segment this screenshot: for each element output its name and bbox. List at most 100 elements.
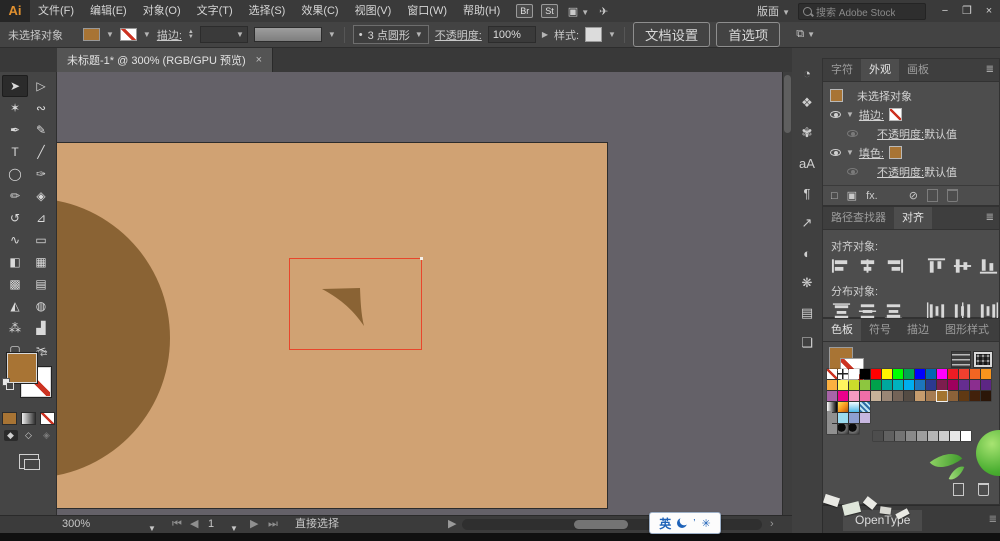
swatch[interactable] [926, 391, 936, 401]
selection-tool[interactable]: ➤ [2, 75, 28, 97]
visibility-eye-icon[interactable] [830, 111, 841, 118]
shape-properties-panel-icon[interactable]: ◔ [792, 58, 822, 88]
stroke-weight-label[interactable]: 描边: [157, 27, 182, 43]
swatch[interactable] [873, 431, 883, 441]
align-h-left-button[interactable] [831, 257, 852, 275]
swatch[interactable] [948, 391, 958, 401]
swatch[interactable] [970, 380, 980, 390]
screen-mode-button[interactable] [19, 454, 40, 470]
default-fill-stroke-icon[interactable] [2, 378, 14, 390]
swatch[interactable] [860, 369, 870, 379]
menu-文件(F)[interactable]: 文件(F) [30, 0, 82, 22]
fill-color-swatch[interactable] [83, 28, 100, 41]
blend-tool[interactable]: ◍ [28, 295, 54, 317]
brush-dropdown-icon[interactable]: ▼ [328, 30, 336, 39]
swatch[interactable] [860, 391, 870, 401]
swatch[interactable] [959, 391, 969, 401]
minimize-button[interactable]: − [934, 0, 956, 22]
selection-bounding-box[interactable] [289, 257, 423, 350]
swatches-tab-色板[interactable]: 色板 [823, 319, 861, 341]
swatch[interactable] [904, 369, 914, 379]
pencil-tool[interactable]: ✏ [2, 185, 28, 207]
menu-文字(T)[interactable]: 文字(T) [189, 0, 241, 22]
preferences-button[interactable]: 首选项 [716, 22, 781, 47]
style-swatch[interactable] [585, 27, 603, 42]
align-panel-menu-icon[interactable]: ≣ [981, 207, 999, 229]
stroke-color-swatch[interactable] [119, 28, 137, 41]
swatch[interactable] [838, 369, 848, 379]
brush-preview[interactable] [253, 27, 322, 42]
opacity-link[interactable]: 不透明度: [877, 167, 924, 179]
swatch[interactable] [860, 380, 870, 390]
column-graph-tool[interactable]: ▟ [28, 317, 54, 339]
zoom-level-value[interactable]: 300% [62, 516, 90, 533]
fill-color-mini-swatch[interactable] [888, 146, 902, 159]
swatch[interactable] [827, 380, 837, 390]
pen-tool[interactable]: ✒ [2, 119, 28, 141]
visibility-eye-icon[interactable] [847, 168, 858, 175]
export-panel-icon[interactable]: ↗ [792, 208, 822, 238]
character-styles-panel-icon[interactable]: aA [792, 148, 822, 178]
new-swatch-icon[interactable] [953, 483, 964, 496]
selection-handle[interactable] [420, 257, 423, 260]
swatch-folder[interactable] [827, 422, 837, 434]
align-v-middle-button[interactable] [952, 257, 973, 275]
align-h-center-button[interactable] [857, 257, 878, 275]
swatch[interactable] [937, 369, 947, 379]
swatch[interactable] [882, 369, 892, 379]
ime-punctuation-icon[interactable]: ’ [693, 518, 695, 529]
swap-fill-stroke-icon[interactable]: ⇄ [40, 348, 48, 359]
swatch[interactable] [936, 390, 948, 402]
align-v-top-button[interactable] [926, 257, 947, 275]
swatch[interactable] [948, 380, 958, 390]
align-h-right-button[interactable] [883, 257, 904, 275]
ime-fullhalf-moon-icon[interactable] [677, 518, 688, 528]
panel-menu-icon[interactable]: ≣ [989, 514, 997, 525]
swatch[interactable] [959, 380, 969, 390]
swatch[interactable] [860, 413, 870, 423]
expand-chevron-icon[interactable]: ▼ [846, 148, 854, 157]
scale-tool[interactable]: ⊿ [28, 207, 54, 229]
appearance-tab-外观[interactable]: 外观 [861, 59, 899, 81]
swatch[interactable] [849, 380, 859, 390]
stock-search-input[interactable]: 搜索 Adobe Stock [798, 2, 926, 20]
swatch[interactable] [871, 380, 881, 390]
swatch[interactable] [915, 369, 925, 379]
stroke-dropdown-icon[interactable]: ▼ [143, 30, 151, 39]
swatch[interactable] [893, 380, 903, 390]
grid-view-button[interactable] [973, 351, 993, 368]
color-panel-icon[interactable]: ❋ [792, 268, 822, 298]
canvas[interactable] [57, 72, 782, 515]
swatch[interactable] [838, 380, 848, 390]
status-popup-icon[interactable]: ▶ [448, 516, 456, 533]
brown-circle-shape[interactable] [57, 198, 170, 478]
delete-swatch-icon[interactable] [978, 483, 989, 496]
swatch[interactable] [961, 431, 971, 441]
badge-st[interactable]: St [541, 4, 558, 18]
swatch[interactable] [970, 369, 980, 379]
swatch[interactable] [981, 380, 991, 390]
restore-button[interactable]: ❐ [956, 0, 978, 22]
document-setup-button[interactable]: 文档设置 [632, 22, 711, 47]
paintbrush-tool[interactable]: ✑ [28, 163, 54, 185]
last-artboard-icon[interactable]: ⏭ [268, 516, 278, 533]
align-v-bottom-button[interactable] [978, 257, 999, 275]
expand-chevron-icon[interactable]: ▼ [846, 110, 854, 119]
clear-appearance-icon[interactable]: ⊘ [909, 189, 918, 202]
asset-export-panel-icon[interactable]: ❖ [792, 88, 822, 118]
direct-selection-tool[interactable]: ▷ [28, 75, 54, 97]
artboard-number-field[interactable]: 1 [208, 516, 214, 533]
tab-close-icon[interactable]: × [256, 54, 262, 66]
badge-br[interactable]: Br [516, 4, 534, 18]
swatch[interactable] [893, 369, 903, 379]
swatch[interactable] [860, 402, 870, 412]
swatches-tab-图形样式[interactable]: 图形样式 [937, 319, 997, 341]
brushes-panel-icon[interactable]: ✾ [792, 118, 822, 148]
menu-编辑(E)[interactable]: 编辑(E) [82, 0, 135, 22]
swatch[interactable] [926, 369, 936, 379]
document-tab[interactable]: 未标题-1* @ 300% (RGB/GPU 预览) × [57, 48, 274, 72]
line-segment-tool[interactable]: ╱ [28, 141, 54, 163]
visibility-eye-icon[interactable] [847, 130, 858, 137]
mesh-tool[interactable]: ▩ [2, 273, 28, 295]
align-tab-路径查找器[interactable]: 路径查找器 [823, 207, 894, 229]
